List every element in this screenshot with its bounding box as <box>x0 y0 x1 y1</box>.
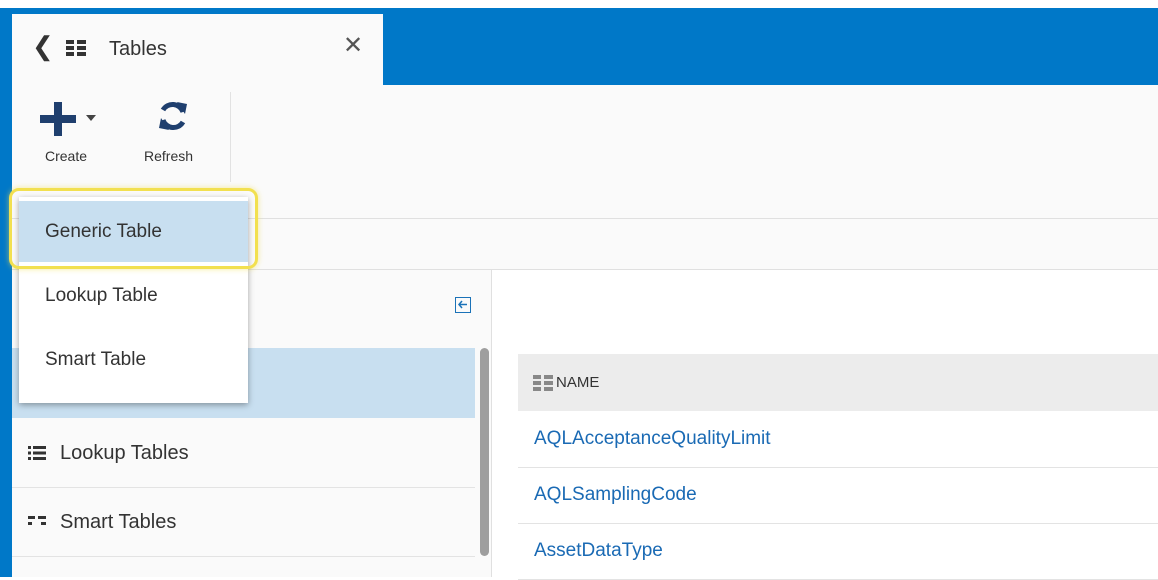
table-link[interactable]: AQLSamplingCode <box>534 484 697 506</box>
tab-title: Tables <box>109 38 167 60</box>
menu-item-label: Lookup Table <box>45 284 158 306</box>
table-link[interactable]: AQLAcceptanceQualityLimit <box>534 428 771 450</box>
grid-column-header[interactable]: NAME <box>518 354 1158 411</box>
table-row[interactable]: AQLAcceptanceQualityLimit <box>518 411 1158 468</box>
create-button[interactable]: Create <box>36 96 106 174</box>
menu-item-label: Smart Table <box>45 348 147 370</box>
grid-icon <box>533 374 553 391</box>
chevron-left-icon[interactable]: ❮ <box>32 32 54 60</box>
nav-scrollbar[interactable] <box>480 348 489 556</box>
menu-item-lookup-table[interactable]: Lookup Table <box>19 265 248 326</box>
collapse-panel-icon[interactable] <box>455 297 471 313</box>
list-icon <box>28 446 46 460</box>
refresh-button[interactable]: Refresh <box>140 96 206 174</box>
nav-item-label: Smart Tables <box>60 510 177 533</box>
table-row[interactable]: AQLSamplingCode <box>518 467 1158 524</box>
smart-table-icon <box>28 516 46 525</box>
nav-item-lookup-tables[interactable]: Lookup Tables <box>12 419 475 488</box>
table-link[interactable]: AssetDataType <box>534 540 663 562</box>
nav-item-smart-tables[interactable]: Smart Tables <box>12 488 475 557</box>
refresh-label: Refresh <box>144 148 194 164</box>
nav-item-label: Lookup Tables <box>60 441 189 464</box>
table-row[interactable]: AssetDataType <box>518 523 1158 580</box>
grid-icon <box>66 40 86 56</box>
plus-icon <box>40 102 76 136</box>
toolbar-divider <box>230 92 231 182</box>
menu-item-smart-table[interactable]: Smart Table <box>19 329 248 390</box>
tab-tables[interactable]: ❮ Tables ✕ <box>12 14 383 85</box>
column-header-name: NAME <box>556 374 600 391</box>
refresh-icon <box>159 102 187 130</box>
left-edge-bar <box>0 8 12 577</box>
caret-down-icon <box>86 115 96 121</box>
create-label: Create <box>45 148 88 164</box>
close-icon[interactable]: ✕ <box>343 34 363 58</box>
focus-highlight <box>9 188 258 269</box>
